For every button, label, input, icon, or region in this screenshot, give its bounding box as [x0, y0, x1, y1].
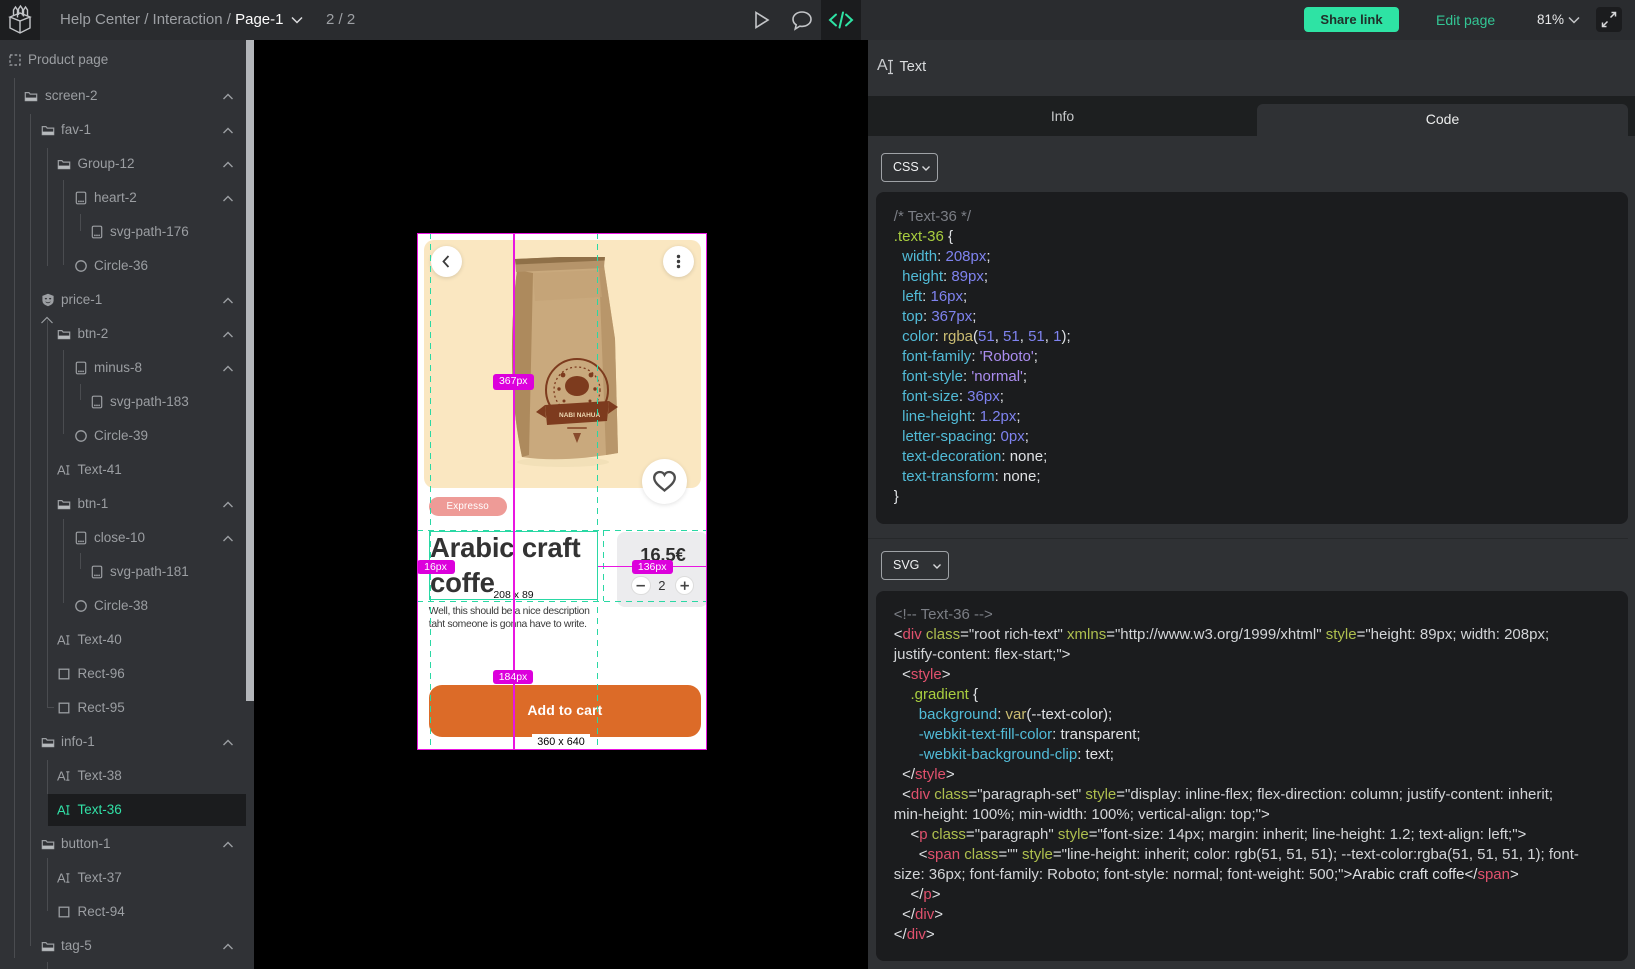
svg-text:A: A [57, 769, 66, 783]
svg-text:A: A [57, 803, 66, 817]
svg-text:A: A [57, 633, 66, 647]
svg-text:A: A [57, 463, 66, 477]
svg-text:A: A [57, 871, 66, 885]
